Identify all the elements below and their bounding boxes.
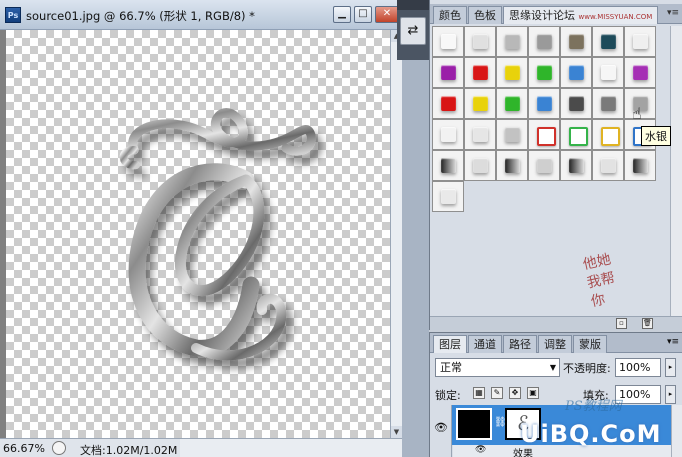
trash-icon[interactable]: 🗑	[642, 318, 653, 329]
style-swatch[interactable]	[432, 181, 464, 212]
missyuan-url: www.MISSYUAN.COM	[578, 13, 653, 21]
document-title: source01.jpg @ 66.7% (形状 1, RGB/8) *	[26, 9, 255, 23]
scroll-down-icon[interactable]: ▼	[391, 426, 402, 438]
layer-thumbnail[interactable]	[456, 408, 492, 440]
style-swatch[interactable]	[496, 119, 528, 150]
style-swatch[interactable]	[528, 26, 560, 57]
style-swatch[interactable]	[528, 119, 560, 150]
chrome-letter-artwork	[119, 108, 316, 361]
style-swatch[interactable]	[464, 150, 496, 181]
tab-swatches[interactable]: 色板	[468, 6, 502, 24]
visibility-column: 👁	[430, 405, 452, 457]
styles-panel-tabs: 颜色 色板 思缘设计论坛 www.MISSYUAN.COM ▾≡	[430, 4, 682, 24]
style-swatch[interactable]	[624, 57, 656, 88]
chevron-down-icon: ▼	[549, 363, 556, 372]
style-swatch[interactable]	[464, 119, 496, 150]
style-swatch[interactable]	[432, 88, 464, 119]
style-swatch[interactable]	[592, 26, 624, 57]
document-window: Ps source01.jpg @ 66.7% (形状 1, RGB/8) * …	[0, 0, 402, 457]
style-swatch[interactable]	[464, 57, 496, 88]
lock-position-icon[interactable]: ✥	[509, 387, 521, 399]
style-swatch[interactable]	[592, 150, 624, 181]
style-swatch[interactable]	[624, 26, 656, 57]
style-swatch[interactable]	[496, 150, 528, 181]
tab-channels[interactable]: 通道	[468, 335, 502, 353]
style-swatch[interactable]	[592, 119, 624, 150]
collapsed-tool-strip: ⇄	[397, 0, 429, 60]
panel-grip[interactable]	[397, 0, 429, 10]
swatch-tooltip: 水银	[641, 126, 671, 146]
maximize-button[interactable]: □	[354, 6, 372, 23]
zoom-level[interactable]: 66.67%	[3, 442, 45, 455]
style-swatch[interactable]	[624, 150, 656, 181]
style-swatch-grid	[432, 26, 658, 214]
close-button[interactable]: ✕	[375, 6, 399, 23]
lock-pixels-icon[interactable]: ✎	[491, 387, 503, 399]
blend-mode-value: 正常	[440, 361, 462, 374]
ps-teaching-watermark: PS教程网	[565, 399, 622, 414]
photoshop-logo-icon: Ps	[5, 7, 21, 23]
style-swatch[interactable]	[592, 88, 624, 119]
style-swatch[interactable]	[592, 57, 624, 88]
style-swatch[interactable]	[560, 88, 592, 119]
style-swatch[interactable]	[560, 26, 592, 57]
minimize-button[interactable]: ▁	[333, 6, 351, 23]
layers-scrollbar[interactable]	[671, 405, 682, 457]
lock-all-icon[interactable]: ▣	[527, 387, 539, 399]
style-swatch[interactable]	[528, 88, 560, 119]
opacity-stepper-icon[interactable]: ▸	[665, 358, 676, 377]
horizontal-scrollbar[interactable]	[180, 438, 402, 457]
transparent-canvas[interactable]	[6, 30, 390, 438]
history-brush-icon[interactable]: ⇄	[400, 17, 426, 45]
style-swatch[interactable]	[528, 150, 560, 181]
effects-eye-icon[interactable]: 👁	[475, 445, 486, 455]
panel-menu-icon[interactable]: ▾≡	[667, 8, 679, 18]
lock-transparency-icon[interactable]: ▦	[473, 387, 485, 399]
fill-stepper-icon[interactable]: ▸	[665, 385, 676, 404]
tab-masks[interactable]: 蒙版	[573, 335, 607, 353]
vertical-scrollbar[interactable]: ▲ ▼	[390, 30, 402, 438]
new-style-icon[interactable]: ▫	[616, 318, 627, 329]
style-swatch[interactable]	[528, 57, 560, 88]
document-size: 文档:1.02M/1.02M	[80, 444, 178, 457]
style-swatch[interactable]	[560, 119, 592, 150]
style-swatch[interactable]	[432, 119, 464, 150]
styles-panel: 颜色 色板 思缘设计论坛 www.MISSYUAN.COM ▾≡ ▫ 🗑	[429, 0, 682, 330]
document-titlebar[interactable]: Ps source01.jpg @ 66.7% (形状 1, RGB/8) * …	[0, 0, 402, 30]
style-swatch[interactable]	[496, 57, 528, 88]
uibq-watermark: UiBQ.CoM	[520, 420, 662, 448]
lock-label: 锁定:	[435, 389, 461, 402]
opacity-label: 不透明度:	[563, 362, 611, 375]
layers-menu-icon[interactable]: ▾≡	[667, 337, 679, 347]
style-swatch[interactable]	[560, 57, 592, 88]
tab-layers[interactable]: 图层	[433, 335, 467, 353]
style-swatch[interactable]	[496, 26, 528, 57]
tab-color[interactable]: 颜色	[433, 6, 467, 24]
tab-styles-label: 思缘设计论坛	[509, 9, 575, 22]
blend-mode-select[interactable]: 正常 ▼	[435, 358, 560, 377]
style-swatch[interactable]	[560, 150, 592, 181]
eye-icon[interactable]: 👁	[434, 421, 448, 434]
canvas-area[interactable]	[0, 30, 390, 438]
status-bar: 66.67% 文档:1.02M/1.02M	[0, 438, 180, 457]
hand-cursor-icon: ☝	[632, 104, 642, 123]
style-swatch[interactable]	[432, 57, 464, 88]
style-swatch[interactable]	[496, 88, 528, 119]
tab-styles[interactable]: 思缘设计论坛 www.MISSYUAN.COM	[503, 6, 659, 24]
tab-paths[interactable]: 路径	[503, 335, 537, 353]
tab-adjustments[interactable]: 调整	[538, 335, 572, 353]
style-swatch[interactable]	[464, 88, 496, 119]
style-swatch[interactable]	[432, 26, 464, 57]
status-info-icon[interactable]	[52, 441, 66, 455]
style-swatch[interactable]	[464, 26, 496, 57]
opacity-input[interactable]: 100%	[615, 358, 661, 377]
styles-scrollbar[interactable]	[670, 26, 682, 316]
style-swatch[interactable]	[432, 150, 464, 181]
styles-panel-footer: ▫ 🗑	[430, 316, 682, 330]
layers-panel-tabs: 图层 通道 路径 调整 蒙版 ▾≡	[430, 333, 682, 353]
